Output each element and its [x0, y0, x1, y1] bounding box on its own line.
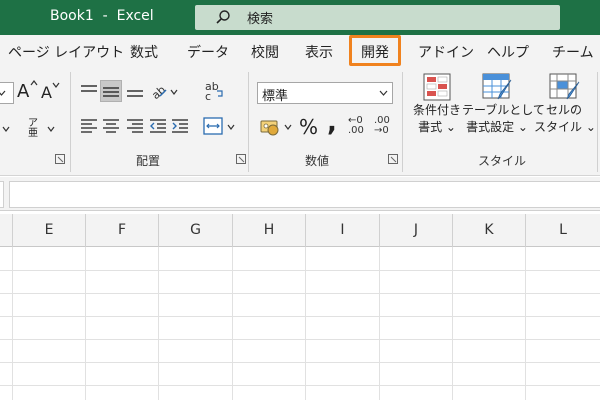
increase-decimal-button[interactable]: ←0 .00 [348, 116, 370, 136]
format-as-table-label1: テーブルとして [462, 103, 545, 117]
align-top-icon[interactable] [80, 84, 98, 98]
align-right-icon[interactable] [126, 118, 144, 134]
grid-line [0, 385, 600, 386]
tab-data[interactable]: データ [187, 42, 229, 62]
conditional-formatting-label1: 条件付き [412, 103, 461, 117]
ribbon: A A ア亜 ab ab c 配置 標準 % , ←0 .00 .00 →0 数… [0, 68, 600, 176]
decrease-decimal-button[interactable]: .00 →0 [374, 116, 396, 136]
tab-team[interactable]: チーム [552, 42, 594, 62]
group-separator [70, 72, 71, 172]
tab-addins[interactable]: アドイン [418, 42, 474, 62]
conditional-formatting-button[interactable]: 条件付き 書式 ⌄ [407, 72, 467, 136]
chevron-down-icon[interactable] [47, 126, 55, 132]
tab-formulas[interactable]: 数式 [130, 42, 158, 62]
font-shrink-button[interactable]: A [41, 83, 52, 102]
grid-line [0, 293, 600, 294]
column-header[interactable]: F [85, 214, 158, 247]
tab-page-layout[interactable]: ページ レイアウト [8, 42, 124, 62]
accounting-format-icon[interactable] [260, 118, 282, 136]
chevron-down-icon [0, 90, 6, 96]
chevron-down-icon[interactable] [170, 89, 178, 95]
column-headers: E F G H I J K L [0, 214, 600, 247]
alignment-group-label: 配置 [136, 154, 161, 168]
format-as-table-icon [482, 73, 512, 100]
column-header[interactable]: L [525, 214, 600, 247]
cell-styles-icon [549, 73, 580, 100]
name-box[interactable] [0, 181, 4, 208]
chevron-down-icon[interactable] [2, 126, 10, 132]
dialog-launcher-icon[interactable] [388, 154, 398, 164]
grid-line [0, 362, 600, 363]
styles-group-label: スタイル [478, 154, 527, 168]
developer-tab-highlight [349, 35, 401, 66]
column-header[interactable]: H [232, 214, 305, 247]
caret-down-icon [52, 82, 60, 88]
chevron-down-icon[interactable] [227, 124, 235, 130]
cell-styles-label2: スタイル ⌄ [534, 120, 596, 134]
group-separator [248, 72, 249, 172]
decrease-indent-icon[interactable] [149, 118, 167, 134]
tab-review[interactable]: 校閲 [251, 42, 279, 62]
font-grow-button[interactable]: A [17, 81, 29, 102]
number-format-value: 標準 [262, 89, 289, 104]
wrap-arrow-icon [217, 90, 223, 97]
grid-line [0, 339, 600, 340]
column-header[interactable]: I [305, 214, 379, 247]
orientation-icon[interactable]: ab [148, 80, 168, 100]
cell-styles-label1: セルの [545, 103, 582, 117]
window-title: Book1 - Excel [50, 8, 154, 24]
column-header[interactable]: K [452, 214, 525, 247]
align-bottom-icon[interactable] [126, 84, 144, 98]
dialog-launcher-icon[interactable] [236, 154, 246, 164]
number-group-label: 数値 [305, 154, 330, 168]
grid-line [0, 316, 600, 317]
percent-button[interactable]: % [299, 115, 318, 139]
column-header[interactable]: E [12, 214, 85, 247]
conditional-formatting-icon [423, 73, 451, 101]
align-left-icon[interactable] [80, 118, 98, 134]
grid-line [0, 270, 600, 271]
title-bar: Book1 - Excel 検索 [0, 0, 600, 35]
align-middle-icon[interactable] [102, 84, 120, 98]
increase-indent-icon[interactable] [171, 118, 189, 134]
conditional-formatting-label2: 書式 ⌄ [418, 120, 456, 134]
dialog-launcher-icon[interactable] [55, 154, 65, 164]
comma-style-button[interactable]: , [327, 108, 337, 138]
number-format-dropdown[interactable]: 標準 [257, 82, 393, 104]
formula-bar-area [0, 177, 600, 211]
group-separator [597, 72, 598, 172]
phonetic-button[interactable]: ア亜 [26, 119, 40, 139]
format-as-table-button[interactable]: テーブルとして 書式設定 ⌄ [462, 72, 545, 136]
cell-styles-button[interactable]: セルの スタイル ⌄ [534, 72, 596, 136]
search-label: 検索 [247, 12, 274, 27]
merge-center-icon[interactable] [203, 117, 223, 135]
column-header[interactable]: G [158, 214, 232, 247]
tab-help[interactable]: ヘルプ [487, 42, 529, 62]
align-center-icon[interactable] [102, 118, 120, 134]
group-separator [402, 72, 403, 172]
search-icon [216, 10, 230, 24]
search-box[interactable]: 検索 [195, 5, 560, 30]
chevron-down-icon [379, 90, 388, 96]
column-header[interactable]: J [379, 214, 452, 247]
font-size-dropdown[interactable] [0, 82, 14, 104]
caret-up-icon [30, 80, 38, 86]
format-as-table-label2: 書式設定 ⌄ [466, 120, 528, 134]
chevron-down-icon[interactable] [284, 124, 292, 130]
ribbon-tabs: ページ レイアウト 数式 データ 校閲 表示 開発 アドイン ヘルプ チーム [0, 35, 600, 68]
formula-input[interactable] [9, 181, 600, 208]
tab-view[interactable]: 表示 [305, 42, 333, 62]
